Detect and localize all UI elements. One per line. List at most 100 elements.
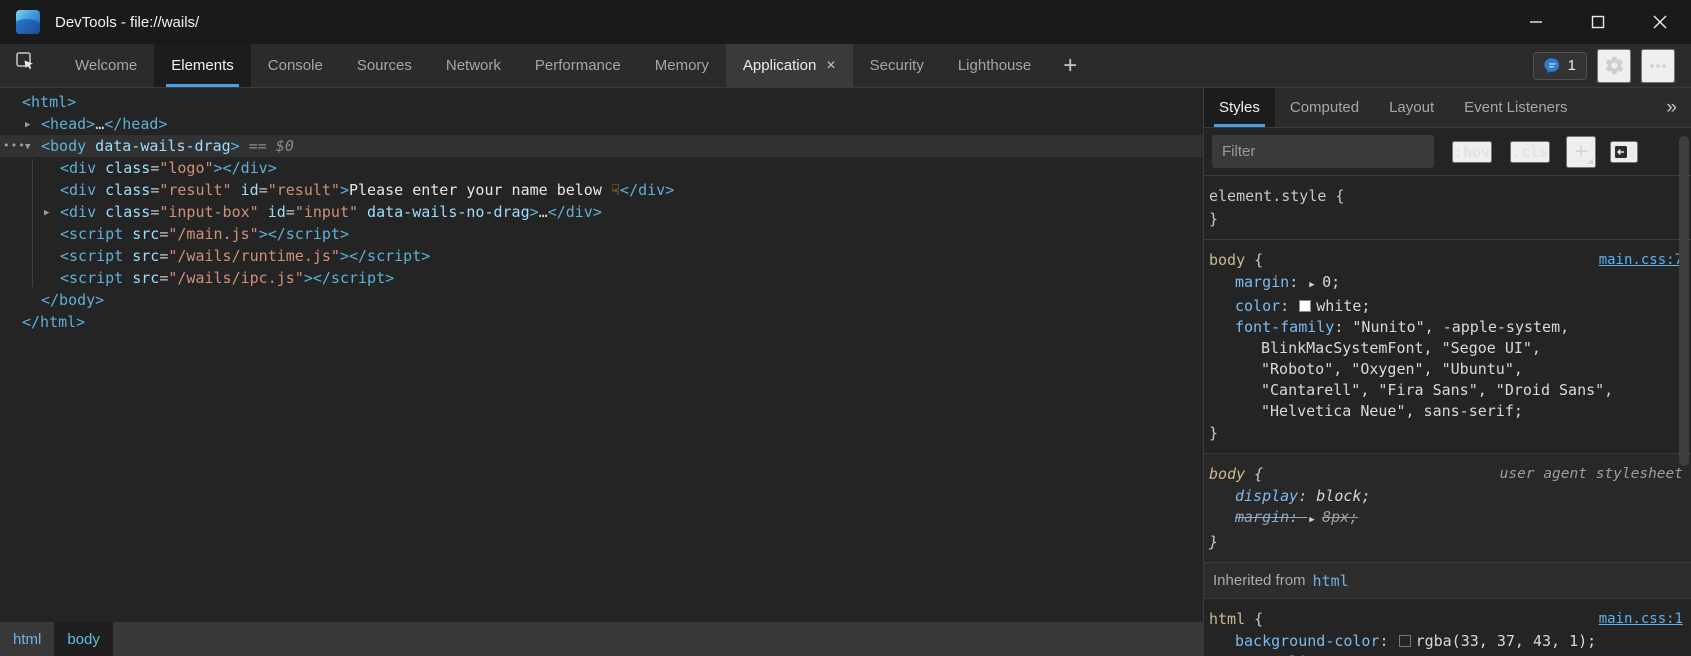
css-property-value[interactable]: 8px: [1322, 508, 1349, 526]
css-property-value[interactable]: "Nunito", -apple-system,: [1352, 318, 1569, 336]
css-property-value[interactable]: white: [1316, 297, 1361, 315]
tab-memory[interactable]: Memory: [638, 44, 726, 87]
tab-label: Performance: [535, 57, 621, 74]
css-property-value[interactable]: 0: [1322, 273, 1331, 291]
dom-node-row[interactable]: <div class="logo"></div>: [0, 157, 1203, 179]
toggle-computed-sidebar-button[interactable]: [1610, 141, 1638, 163]
breadcrumb-item-body[interactable]: body: [54, 622, 113, 656]
css-selector[interactable]: body: [1209, 463, 1245, 486]
css-property-name[interactable]: display: [1235, 487, 1298, 505]
toggle-class-button[interactable]: .cls: [1510, 141, 1550, 163]
css-declaration[interactable]: font-family: "Nunito", -apple-system,: [1209, 317, 1683, 338]
devtools-logo: [16, 10, 40, 34]
dom-node-row[interactable]: <html>: [0, 91, 1203, 113]
issues-counter-button[interactable]: 1: [1533, 52, 1587, 80]
issues-bubble-icon: [1544, 57, 1561, 74]
node-options-dots[interactable]: •••: [3, 135, 26, 157]
toggle-hover-state-button[interactable]: :hov: [1452, 141, 1492, 163]
tab-label: Lighthouse: [958, 57, 1031, 74]
css-declaration[interactable]: margin: ▶ 8px;: [1209, 507, 1683, 531]
css-value-continuation: "Roboto", "Oxygen", "Ubuntu",: [1209, 359, 1683, 380]
styles-tab-computed[interactable]: Computed: [1275, 88, 1374, 127]
inherited-node-link[interactable]: html: [1313, 572, 1349, 590]
styles-tab-layout[interactable]: Layout: [1374, 88, 1449, 127]
tab-application[interactable]: Application×: [726, 44, 853, 87]
breadcrumb-item-html[interactable]: html: [0, 622, 54, 656]
styles-sidebar: StylesComputedLayoutEvent Listeners » :ho…: [1204, 88, 1691, 656]
tab-label: Memory: [655, 57, 709, 74]
pointing-down-emoji: ☟: [611, 181, 620, 199]
css-property-name[interactable]: background-color: [1235, 632, 1380, 650]
expand-arrow-icon[interactable]: ▼: [25, 136, 30, 158]
tab-welcome[interactable]: Welcome: [58, 44, 154, 87]
tab-elements[interactable]: Elements: [154, 44, 251, 87]
expand-arrow-icon[interactable]: ▶: [44, 202, 49, 224]
tab-network[interactable]: Network: [429, 44, 518, 87]
css-declaration[interactable]: background-color: rgba(33, 37, 43, 1);: [1209, 631, 1683, 652]
dom-node-row[interactable]: </html>: [0, 311, 1203, 333]
title-bar: DevTools - file://wails/: [0, 0, 1691, 44]
add-tab-button[interactable]: +: [1048, 44, 1092, 87]
tab-performance[interactable]: Performance: [518, 44, 638, 87]
tab-lighthouse[interactable]: Lighthouse: [941, 44, 1048, 87]
css-property-value[interactable]: rgba(33, 37, 43, 1): [1416, 632, 1588, 650]
css-property-name[interactable]: font-family: [1235, 318, 1334, 336]
css-property-name[interactable]: color: [1235, 297, 1280, 315]
expand-arrow-icon[interactable]: ▶: [25, 114, 30, 136]
css-selector[interactable]: body: [1209, 249, 1245, 272]
dom-node-row[interactable]: <script src="/wails/runtime.js"></script…: [0, 245, 1203, 267]
dom-node-row[interactable]: <div class="result" id="result">Please e…: [0, 179, 1203, 201]
tab-sources[interactable]: Sources: [340, 44, 429, 87]
css-rule: html {main.css:1background-color: rgba(3…: [1204, 599, 1691, 656]
dom-node-row[interactable]: <script src="/main.js"></script>: [0, 223, 1203, 245]
styles-tab-bar: StylesComputedLayoutEvent Listeners »: [1204, 88, 1691, 128]
css-declaration[interactable]: display: block;: [1209, 486, 1683, 507]
maximize-button[interactable]: [1567, 0, 1629, 44]
tab-console[interactable]: Console: [251, 44, 340, 87]
dom-node-row[interactable]: </body>: [0, 289, 1203, 311]
styles-tab-event-listeners[interactable]: Event Listeners: [1449, 88, 1582, 127]
color-swatch[interactable]: [1399, 635, 1411, 647]
styles-tab-styles[interactable]: Styles: [1204, 88, 1275, 127]
css-value-continuation: BlinkMacSystemFont, "Segoe UI",: [1209, 338, 1683, 359]
new-style-rule-button[interactable]: +: [1566, 136, 1596, 168]
styles-scrollbar[interactable]: [1679, 136, 1689, 466]
expand-longhand-icon[interactable]: ▶: [1307, 280, 1322, 290]
css-declaration[interactable]: color: white;: [1209, 296, 1683, 317]
minimize-icon: [1529, 15, 1543, 29]
tab-security[interactable]: Security: [853, 44, 941, 87]
more-options-button[interactable]: [1641, 49, 1675, 83]
stylesheet-link[interactable]: main.css:1: [1599, 608, 1683, 631]
expand-longhand-icon[interactable]: ▶: [1307, 515, 1322, 525]
css-selector[interactable]: html: [1209, 608, 1245, 631]
tab-label: Sources: [357, 57, 412, 74]
toggle-computed-sidebar-icon: [1612, 143, 1636, 161]
css-property-name[interactable]: margin: [1235, 273, 1289, 291]
tab-label: Console: [268, 57, 323, 74]
more-tabs-chevron-button[interactable]: »: [1652, 88, 1691, 127]
css-property-name[interactable]: margin: [1235, 508, 1289, 526]
css-declaration[interactable]: text-align: center;: [1209, 652, 1683, 656]
close-tab-icon[interactable]: ×: [826, 58, 835, 74]
css-selector[interactable]: element.style: [1209, 185, 1326, 208]
css-declaration[interactable]: margin: ▶ 0;: [1209, 272, 1683, 296]
dom-node-row[interactable]: ▶<div class="input-box" id="input" data-…: [0, 201, 1203, 223]
settings-button[interactable]: [1597, 49, 1631, 83]
styles-filter-input[interactable]: [1212, 135, 1434, 168]
issues-count: 1: [1568, 57, 1576, 74]
devtools-toolbar: Welcome Elements Console Sources Network Perf…: [0, 44, 1691, 88]
dom-node-row[interactable]: •••▼<body data-wails-drag> == $0: [0, 135, 1203, 157]
stylesheet-link[interactable]: main.css:7: [1599, 249, 1683, 272]
minimize-button[interactable]: [1505, 0, 1567, 44]
css-property-value[interactable]: block: [1316, 487, 1361, 505]
dom-tree[interactable]: <html>▶<head>…</head>•••▼<body data-wail…: [0, 88, 1203, 622]
dom-node-row[interactable]: ▶<head>…</head>: [0, 113, 1203, 135]
color-swatch[interactable]: [1299, 300, 1311, 312]
inspect-element-button[interactable]: [8, 44, 42, 78]
close-button[interactable]: [1629, 0, 1691, 44]
tab-label: Welcome: [75, 57, 137, 74]
panel-tabs: Welcome Elements Console Sources Network Perf…: [58, 44, 1048, 87]
dom-node-row[interactable]: <script src="/wails/ipc.js"></script>: [0, 267, 1203, 289]
window-title: DevTools - file://wails/: [55, 14, 199, 31]
tab-label: Network: [446, 57, 501, 74]
